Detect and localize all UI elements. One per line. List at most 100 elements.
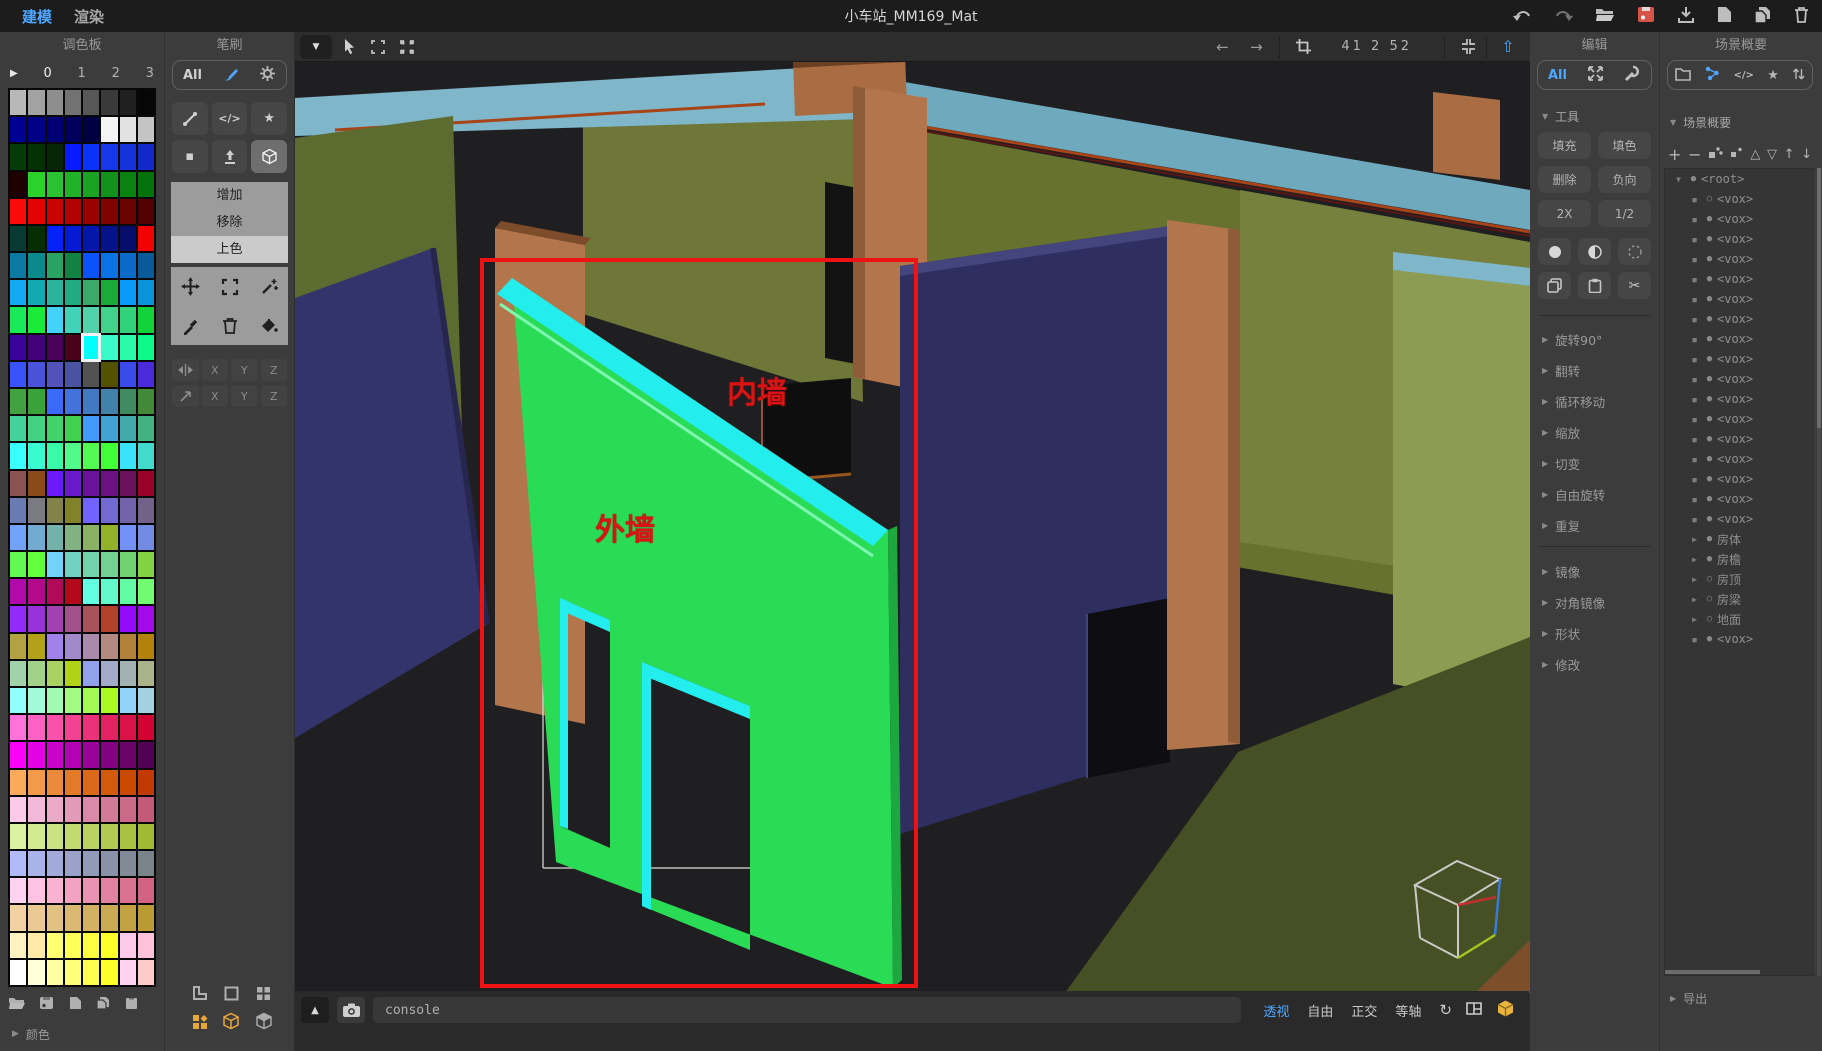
screenshot-button[interactable] bbox=[337, 997, 365, 1023]
move-bottom-button[interactable]: ▽ bbox=[1767, 147, 1777, 162]
code-icon[interactable]: </> bbox=[1733, 70, 1753, 81]
solid-cube-icon[interactable] bbox=[255, 1012, 273, 1034]
voxel-scene-render[interactable] bbox=[295, 62, 1530, 993]
palette-swatch[interactable] bbox=[120, 552, 136, 577]
node-dot-hollow-icon[interactable]: ○ bbox=[1702, 594, 1717, 604]
export-section-row[interactable]: ▶ 导出 bbox=[1670, 990, 1707, 1007]
box-tool-button[interactable] bbox=[251, 140, 287, 173]
palette-swatch[interactable] bbox=[65, 498, 81, 523]
node-dot-filled-icon[interactable]: ● bbox=[1702, 214, 1717, 224]
tree-row[interactable]: ▪●<vox> bbox=[1665, 369, 1813, 389]
visibility-box-icon[interactable]: ▪ bbox=[1687, 633, 1702, 646]
palette-swatch[interactable] bbox=[138, 688, 154, 713]
palette-swatch[interactable] bbox=[10, 280, 26, 305]
palette-swatch[interactable] bbox=[28, 742, 44, 767]
tree-row[interactable]: ▪●<vox> bbox=[1665, 229, 1813, 249]
palette-swatch[interactable] bbox=[10, 362, 26, 387]
palette-swatch[interactable] bbox=[83, 824, 99, 849]
palette-swatch[interactable] bbox=[120, 307, 136, 332]
palette-swatch[interactable] bbox=[83, 606, 99, 631]
palette-swatch[interactable] bbox=[101, 661, 117, 686]
palette-swatch[interactable] bbox=[101, 362, 117, 387]
cut-icon[interactable]: ✂ bbox=[1618, 272, 1651, 299]
edit-button[interactable]: 2X bbox=[1538, 200, 1591, 227]
pattern-tool-button[interactable]: </> bbox=[212, 102, 248, 135]
palette-swatch[interactable] bbox=[10, 443, 26, 468]
node-dot-hollow-icon[interactable]: ○ bbox=[1702, 194, 1717, 204]
diag-z-button[interactable]: Z bbox=[261, 385, 288, 407]
palette-swatch[interactable] bbox=[28, 770, 44, 795]
palette-swatch[interactable] bbox=[65, 253, 81, 278]
palette-swatch[interactable] bbox=[28, 90, 44, 115]
palette-swatch[interactable] bbox=[10, 253, 26, 278]
palette-swatch[interactable] bbox=[28, 933, 44, 958]
palette-swatch[interactable] bbox=[65, 362, 81, 387]
palette-swatch[interactable] bbox=[83, 525, 99, 550]
palette-swatch[interactable] bbox=[120, 661, 136, 686]
palette-swatch[interactable] bbox=[120, 498, 136, 523]
palette-swatch[interactable] bbox=[28, 552, 44, 577]
palette-swatch[interactable] bbox=[10, 878, 26, 903]
palette-swatch[interactable] bbox=[120, 960, 136, 985]
palette-swatch[interactable] bbox=[120, 824, 136, 849]
palette-swatch[interactable] bbox=[101, 90, 117, 115]
tree-row[interactable]: ▪●<vox> bbox=[1665, 329, 1813, 349]
palette-file-icon[interactable] bbox=[69, 995, 82, 1014]
palette-swatch[interactable] bbox=[101, 742, 117, 767]
edit-section-row[interactable]: ▶镜像 bbox=[1542, 556, 1655, 587]
navigation-cube[interactable] bbox=[1393, 848, 1517, 972]
palette-swatch[interactable] bbox=[138, 851, 154, 876]
paste-icon[interactable] bbox=[1578, 272, 1611, 299]
select-points-button[interactable] bbox=[395, 35, 419, 59]
palette-swatch[interactable] bbox=[65, 144, 81, 169]
grid-shape-icon[interactable] bbox=[255, 985, 272, 1006]
edit-button[interactable]: 删除 bbox=[1538, 166, 1591, 193]
tree-expander-icon[interactable]: ▶ bbox=[1687, 615, 1702, 624]
palette-swatch[interactable] bbox=[83, 661, 99, 686]
mirror-z-button[interactable]: Z bbox=[261, 359, 288, 381]
palette-swatch[interactable] bbox=[138, 525, 154, 550]
palette-swatch[interactable] bbox=[28, 253, 44, 278]
palette-swatch[interactable] bbox=[120, 226, 136, 251]
palette-tab-2[interactable]: 2 bbox=[112, 66, 120, 81]
palette-swatch[interactable] bbox=[28, 416, 44, 441]
tree-row[interactable]: ▪●<vox> bbox=[1665, 469, 1813, 489]
fit-view-button[interactable] bbox=[1456, 35, 1480, 59]
palette-swatch[interactable] bbox=[65, 878, 81, 903]
palette-swatch[interactable] bbox=[138, 606, 154, 631]
palette-swatch[interactable] bbox=[120, 797, 136, 822]
palette-swatch[interactable] bbox=[83, 498, 99, 523]
palette-swatch[interactable] bbox=[83, 389, 99, 414]
palette-swatch[interactable] bbox=[28, 172, 44, 197]
palette-swatch[interactable] bbox=[65, 688, 81, 713]
tree-row[interactable]: ▶●房体 bbox=[1665, 529, 1813, 549]
palette-swatch[interactable] bbox=[83, 742, 99, 767]
palette-swatch[interactable] bbox=[47, 688, 63, 713]
palette-swatch[interactable] bbox=[120, 389, 136, 414]
palette-swatch[interactable] bbox=[101, 226, 117, 251]
console-expand-button[interactable]: ▲ bbox=[301, 997, 329, 1023]
palette-swatch[interactable] bbox=[138, 253, 154, 278]
palette-swatch[interactable] bbox=[83, 144, 99, 169]
node-dot-hollow-icon[interactable]: ○ bbox=[1702, 614, 1717, 624]
palette-swatch[interactable] bbox=[65, 280, 81, 305]
palette-swatch[interactable] bbox=[47, 471, 63, 496]
palette-swatch[interactable] bbox=[120, 878, 136, 903]
visibility-box-icon[interactable]: ▪ bbox=[1687, 313, 1702, 326]
palette-swatch[interactable] bbox=[10, 226, 26, 251]
palette-swatch[interactable] bbox=[83, 552, 99, 577]
palette-swatch[interactable] bbox=[83, 471, 99, 496]
node-dot-filled-icon[interactable]: ● bbox=[1686, 174, 1701, 184]
palette-swatch[interactable] bbox=[138, 389, 154, 414]
palette-swatch[interactable] bbox=[10, 824, 26, 849]
palette-swatch[interactable] bbox=[47, 253, 63, 278]
palette-swatch[interactable] bbox=[101, 416, 117, 441]
tree-expander-icon[interactable]: ▶ bbox=[1687, 555, 1702, 564]
palette-swatch[interactable] bbox=[10, 199, 26, 224]
node-dot-filled-icon[interactable]: ● bbox=[1702, 494, 1717, 504]
palette-swatch[interactable] bbox=[138, 824, 154, 849]
palette-swatch[interactable] bbox=[47, 416, 63, 441]
palette-copy-icon[interactable] bbox=[96, 995, 111, 1014]
group-icon[interactable] bbox=[1708, 145, 1723, 163]
palette-swatch[interactable] bbox=[120, 525, 136, 550]
